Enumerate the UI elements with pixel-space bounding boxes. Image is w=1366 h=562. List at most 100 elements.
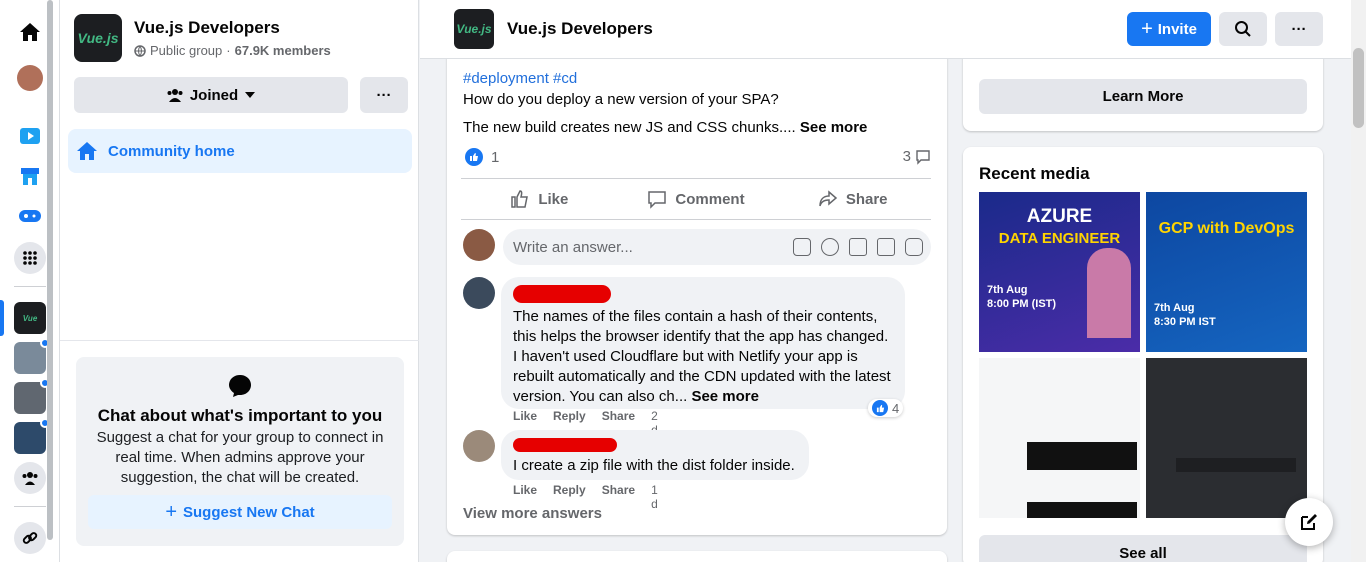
comment-text: I create a zip file with the dist folder… xyxy=(513,457,795,474)
comment-reactions[interactable]: 4 xyxy=(868,399,904,417)
post-actions: Like Comment Share xyxy=(461,180,931,218)
comment-button[interactable]: Comment xyxy=(618,180,775,218)
group-sidebar: Vue.js Vue.js Developers Public group · … xyxy=(60,0,419,562)
sidebar-divider xyxy=(60,340,419,341)
post-body: The new build creates new JS and CSS chu… xyxy=(463,119,868,136)
see-more-link[interactable]: See more xyxy=(691,388,759,405)
page-scrollbar-thumb[interactable] xyxy=(1353,48,1364,128)
gif-icon[interactable] xyxy=(877,238,895,256)
group-avatar-4[interactable] xyxy=(14,418,50,454)
comment-bubble: I create a zip file with the dist folder… xyxy=(501,430,809,480)
header-more-button[interactable]: ··· xyxy=(1275,12,1323,46)
vuejs-group-avatar[interactable]: Vue xyxy=(14,302,46,334)
post-card: #deployment #cd How do you deploy a new … xyxy=(447,40,947,535)
chat-bubble-icon xyxy=(229,375,251,397)
community-home-label: Community home xyxy=(108,142,235,160)
rail-divider-2 xyxy=(14,506,46,507)
like-reaction-icon xyxy=(872,400,888,416)
comment-icon xyxy=(916,149,930,165)
groups-icon[interactable] xyxy=(14,462,46,494)
header-title[interactable]: Vue.js Developers xyxy=(507,19,653,39)
like-count: 1 xyxy=(491,148,500,166)
group-privacy: Public group xyxy=(150,43,223,58)
media-thumbnail-2[interactable]: GCP with DevOps 7th Aug 8:30 PM IST xyxy=(1146,192,1307,352)
share-icon xyxy=(819,190,837,207)
group-avatar-2[interactable] xyxy=(14,338,50,374)
post-reactions[interactable]: 1 xyxy=(465,148,499,166)
community-home-link[interactable]: Community home xyxy=(68,129,412,173)
recent-media-title: Recent media xyxy=(979,164,1090,183)
comment-timestamp[interactable]: 1 d xyxy=(651,483,658,511)
media-thumbnail-4[interactable] xyxy=(1146,358,1307,518)
header-group-logo[interactable]: Vue.js xyxy=(454,9,494,49)
globe-icon xyxy=(134,44,146,57)
page-scrollbar[interactable] xyxy=(1351,0,1366,562)
marketplace-icon[interactable] xyxy=(14,160,46,192)
search-button[interactable] xyxy=(1219,12,1267,46)
menu-grid-icon[interactable] xyxy=(14,242,46,274)
media-thumbnail-1[interactable]: AZURE DATA ENGINEER 7th Aug 8:00 PM (IST… xyxy=(979,192,1140,352)
comment-icon xyxy=(648,191,667,209)
search-icon xyxy=(1235,21,1251,37)
view-more-answers-link[interactable]: View more answers xyxy=(463,505,602,522)
commenter-avatar[interactable] xyxy=(463,430,495,462)
active-indicator xyxy=(0,300,4,336)
chat-description: Suggest a chat for your group to connect… xyxy=(96,429,384,486)
answer-input[interactable]: Write an answer... xyxy=(503,229,931,265)
learn-more-button[interactable]: Learn More xyxy=(979,79,1307,114)
media-thumbnail-3[interactable] xyxy=(979,358,1140,518)
watch-icon[interactable] xyxy=(14,120,46,152)
redacted-name xyxy=(513,438,617,452)
sticker-icon[interactable] xyxy=(905,238,923,256)
post-divider xyxy=(461,178,931,179)
joined-button[interactable]: Joined xyxy=(74,77,348,113)
comment-bubble: The names of the files contain a hash of… xyxy=(501,277,905,409)
chat-title: Chat about what's important to you xyxy=(97,406,383,425)
group-meta: Public group · 67.9K members xyxy=(134,43,331,58)
plus-icon: + xyxy=(165,500,177,523)
see-all-button[interactable]: See all xyxy=(979,535,1307,562)
rail-scrollbar[interactable] xyxy=(47,0,53,540)
group-header-bar: Vue.js Vue.js Developers + Invite ··· xyxy=(420,0,1351,59)
comment-share-link[interactable]: Share xyxy=(602,483,635,511)
profile-avatar[interactable] xyxy=(14,62,46,94)
new-message-button[interactable] xyxy=(1285,498,1333,546)
people-icon xyxy=(167,89,183,102)
post-hashtags[interactable]: #deployment #cd xyxy=(463,70,577,87)
plus-icon: + xyxy=(1141,17,1153,40)
group-name[interactable]: Vue.js Developers xyxy=(134,18,280,38)
invite-button[interactable]: + Invite xyxy=(1127,12,1211,46)
compose-icon xyxy=(1301,514,1317,530)
group-logo[interactable]: Vue.js xyxy=(74,14,122,62)
commenter-avatar[interactable] xyxy=(463,277,495,309)
redacted-name xyxy=(513,285,611,303)
home-icon[interactable] xyxy=(14,16,46,48)
comment-count[interactable]: 3 xyxy=(903,148,931,165)
recent-media-card: Recent media AZURE DATA ENGINEER 7th Aug… xyxy=(963,147,1323,562)
post-title: How do you deploy a new version of your … xyxy=(463,91,779,108)
member-count[interactable]: 67.9K members xyxy=(235,43,331,58)
post-divider-2 xyxy=(461,219,931,220)
group-avatar-3[interactable] xyxy=(14,378,50,414)
suggest-chat-button[interactable]: + Suggest New Chat xyxy=(88,495,392,529)
share-button[interactable]: Share xyxy=(774,180,931,218)
like-button[interactable]: Like xyxy=(461,180,618,218)
emoji-icon[interactable] xyxy=(821,238,839,256)
gaming-icon[interactable] xyxy=(14,200,46,232)
composer-icons xyxy=(793,238,923,256)
joined-label: Joined xyxy=(189,86,239,104)
user-avatar[interactable] xyxy=(463,229,495,261)
like-reaction-icon xyxy=(465,148,483,166)
suggest-chat-label: Suggest New Chat xyxy=(183,503,315,521)
next-post-card xyxy=(447,551,947,562)
home-icon xyxy=(77,142,97,160)
thumbs-up-icon xyxy=(511,190,529,208)
link-icon[interactable] xyxy=(14,522,46,554)
avatar-sticker-icon[interactable] xyxy=(793,238,811,256)
see-more-link[interactable]: See more xyxy=(800,119,868,136)
caret-down-icon xyxy=(245,92,256,98)
invite-label: Invite xyxy=(1157,20,1197,38)
group-more-button[interactable]: ··· xyxy=(360,77,408,113)
answer-composer: Write an answer... xyxy=(463,229,931,265)
camera-icon[interactable] xyxy=(849,238,867,256)
